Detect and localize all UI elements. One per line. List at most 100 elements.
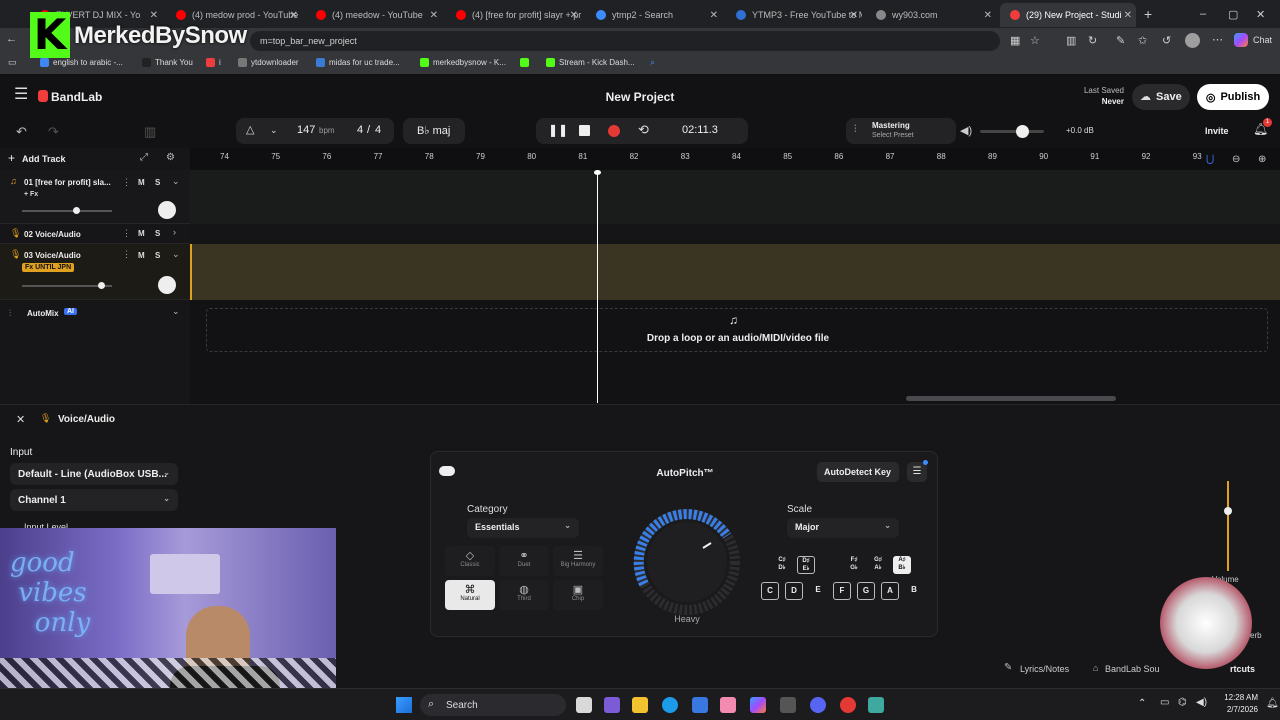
speaker-icon[interactable]: ◀) <box>960 124 972 137</box>
redo-icon[interactable]: ↷ <box>48 124 59 140</box>
taskbar-search[interactable]: ⌕ Search <box>420 694 566 716</box>
loop-icon[interactable]: ⟲ <box>638 122 649 138</box>
close-window-icon[interactable]: ✕ <box>1256 8 1265 21</box>
track-row[interactable]: 🎙︎ 02 Voice/Audio ⋮ M S › <box>0 224 190 244</box>
clock-date[interactable]: 2/7/2026 <box>1214 705 1258 714</box>
track-volume-slider[interactable] <box>22 210 112 212</box>
avatar[interactable] <box>1185 33 1200 48</box>
time-signature-bottom[interactable]: 4 <box>375 124 381 136</box>
pan-knob[interactable] <box>158 201 176 219</box>
drop-zone[interactable]: ♫ Drop a loop or an audio/MIDI/video fil… <box>206 308 1268 352</box>
key-e[interactable]: E <box>809 582 827 600</box>
address-bar[interactable]: m=top_bar_new_project <box>250 31 1000 51</box>
timeline-ruler[interactable]: 74 75 76 77 78 79 80 81 82 83 84 85 86 87 88 89 90 91 92 93 <box>190 148 1280 170</box>
close-icon[interactable]: ✕ <box>150 10 158 21</box>
track-name[interactable]: 02 Voice/Audio <box>24 230 81 239</box>
back-icon[interactable]: ← <box>6 33 17 45</box>
settings-icon[interactable]: ⚙ <box>166 152 175 163</box>
chevron-down-icon[interactable]: ⌄ <box>172 176 180 187</box>
shortcuts-button[interactable]: rtcuts <box>1230 664 1255 674</box>
key-g[interactable]: G <box>857 582 875 600</box>
system-tray-icon[interactable]: ▭ <box>1160 697 1169 708</box>
search-icon[interactable]: ⌕ <box>650 57 655 68</box>
close-icon[interactable]: ✕ <box>850 10 858 21</box>
puzzle-icon[interactable]: ✎ <box>1116 34 1125 47</box>
clock-time[interactable]: 12:28 AM <box>1216 693 1258 702</box>
windows-start-icon[interactable] <box>396 697 412 713</box>
key-a[interactable]: A <box>881 582 899 600</box>
bookmark[interactable] <box>520 58 533 67</box>
mute-button[interactable]: M <box>138 178 145 187</box>
close-icon[interactable]: ✕ <box>16 413 25 426</box>
close-icon[interactable]: ✕ <box>710 10 718 21</box>
chevron-up-icon[interactable]: ⌃ <box>1138 698 1146 709</box>
key-g-sharp[interactable]: G♯ A♭ <box>869 556 887 574</box>
edge-icon[interactable] <box>662 697 678 713</box>
bandlab-sounds-button[interactable]: ⌂ BandLab Sou <box>1088 659 1168 679</box>
solo-button[interactable]: S <box>155 229 160 238</box>
store-icon[interactable] <box>692 697 708 713</box>
volume-icon[interactable]: ◀) <box>1196 697 1207 708</box>
file-explorer-icon[interactable] <box>632 697 648 713</box>
close-icon[interactable]: ✕ <box>1124 10 1132 21</box>
track-fx-button[interactable]: + Fx <box>24 191 38 198</box>
brand-name[interactable]: BandLab <box>51 90 102 104</box>
bookmark[interactable]: ytdownloader <box>238 58 299 67</box>
copilot-icon[interactable] <box>1234 33 1248 47</box>
chevron-down-icon[interactable]: ⌄ <box>172 306 180 317</box>
save-button[interactable]: ☁ Save <box>1132 84 1190 110</box>
time-signature-top[interactable]: 4 <box>357 124 363 136</box>
close-icon[interactable]: ✕ <box>570 10 578 21</box>
track-lane-selected[interactable] <box>190 244 1280 300</box>
mute-button[interactable]: M <box>138 251 145 260</box>
playhead-handle[interactable] <box>594 170 601 175</box>
star-icon[interactable]: ☆ <box>1030 34 1040 47</box>
task-view-icon[interactable] <box>576 697 592 713</box>
app-icon[interactable] <box>720 697 736 713</box>
maximize-icon[interactable]: ▢ <box>1228 8 1238 21</box>
app-icon[interactable] <box>780 697 796 713</box>
key-d[interactable]: D <box>785 582 803 600</box>
network-icon[interactable]: ⌬ <box>1178 697 1187 708</box>
new-tab-icon[interactable]: + <box>1144 6 1152 22</box>
pause-icon[interactable]: ❚❚ <box>548 123 568 137</box>
automation-icon[interactable]: ⤢ <box>140 152 148 163</box>
zoom-out-icon[interactable]: ⊖ <box>1232 154 1240 165</box>
bookmark[interactable]: midas for uc trade... <box>316 58 400 67</box>
key-d-sharp[interactable]: D♯ E♭ <box>797 556 815 574</box>
apps-icon[interactable]: ▦ <box>1010 34 1020 47</box>
input-device-select[interactable]: Default - Line (AudioBox USB... ⌄ <box>10 463 178 485</box>
volume-fader-handle[interactable] <box>1224 507 1232 515</box>
minimize-icon[interactable]: – <box>1200 8 1206 20</box>
track-row[interactable]: ♫ 01 [free for profit] sla... + Fx ⋮ M S… <box>0 170 190 224</box>
close-icon[interactable]: ✕ <box>290 10 298 21</box>
solo-button[interactable]: S <box>155 251 160 260</box>
discord-icon[interactable] <box>810 697 826 713</box>
bookmark[interactable]: english to arabic -... <box>40 58 123 67</box>
master-volume-slider[interactable] <box>980 130 1044 133</box>
chevron-right-icon[interactable]: › <box>173 227 176 237</box>
sliders-icon[interactable]: ☰ <box>907 462 927 482</box>
key-f[interactable]: F <box>833 582 851 600</box>
publish-button[interactable]: ◎ Publish <box>1197 84 1269 110</box>
close-icon[interactable]: ✕ <box>984 10 992 21</box>
sidebar-icon[interactable]: ▭ <box>8 57 17 68</box>
refresh-icon[interactable]: ↻ <box>1088 34 1097 47</box>
bookmark[interactable]: i <box>206 58 221 67</box>
mastering-button[interactable]: ⫶ Mastering Select Preset <box>846 118 956 144</box>
track-lane[interactable] <box>190 224 1280 244</box>
copilot-icon[interactable] <box>750 697 766 713</box>
key-f-sharp[interactable]: F♯ G♭ <box>845 556 863 574</box>
chevron-down-icon[interactable]: ⌄ <box>172 249 180 260</box>
preset-big-harmony[interactable]: ☰ Big Harmony <box>553 546 603 576</box>
preset-classic[interactable]: ◇ Classic <box>445 546 495 576</box>
undo-icon[interactable]: ↶ <box>16 124 27 140</box>
track-row-selected[interactable]: 🎙︎ 03 Voice/Audio Fx UNTIL JPN ⋮ M S ⌄ <box>0 244 190 300</box>
teams-icon[interactable] <box>604 697 620 713</box>
more-icon[interactable]: ⋯ <box>1212 33 1223 46</box>
track-options-icon[interactable]: ⋮ <box>122 228 131 239</box>
track-options-icon[interactable]: ⋮ <box>122 177 131 188</box>
record-icon[interactable] <box>608 125 620 137</box>
pitch-knob[interactable] <box>631 506 743 618</box>
key-a-sharp[interactable]: A♯ B♭ <box>893 556 911 574</box>
